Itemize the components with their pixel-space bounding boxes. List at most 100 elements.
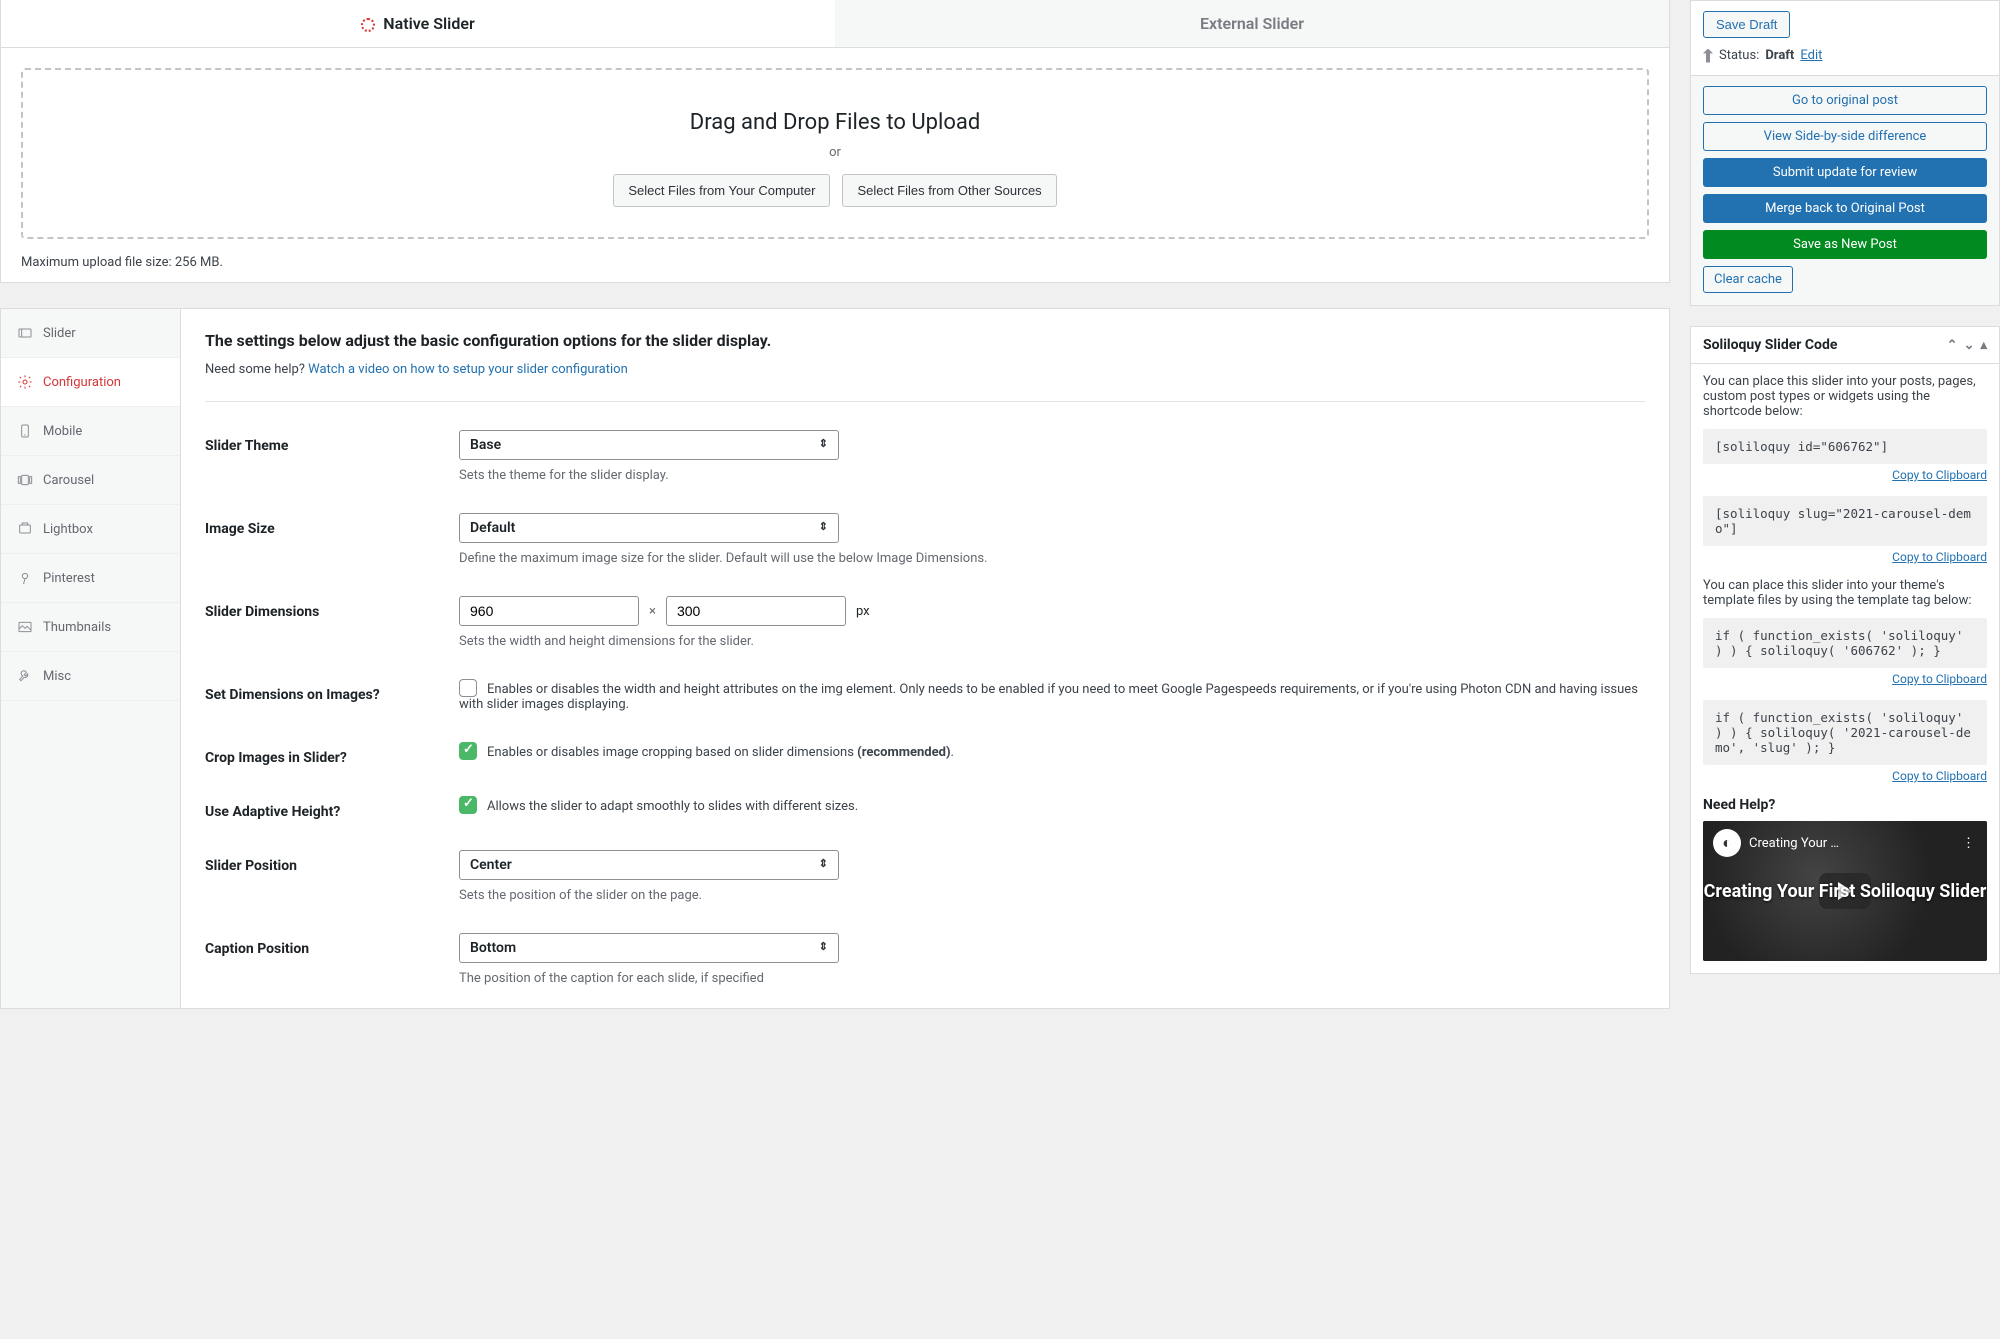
nav-config-label: Configuration — [43, 375, 121, 390]
height-input[interactable] — [666, 596, 846, 626]
video-top-title: Creating Your … — [1749, 836, 1839, 851]
template-tag-id: if ( function_exists( 'soliloquy' ) ) { … — [1703, 618, 1987, 668]
save-draft-button[interactable]: Save Draft — [1703, 11, 1790, 38]
status-row: Status: Draft Edit — [1703, 48, 1987, 63]
status-value: Draft — [1765, 48, 1794, 63]
nav-configuration[interactable]: Configuration — [1, 358, 180, 407]
tab-external-slider[interactable]: External Slider — [835, 0, 1669, 47]
tab-native-slider[interactable]: Native Slider — [1, 0, 835, 47]
dropzone-heading: Drag and Drop Files to Upload — [43, 110, 1627, 135]
nav-slider[interactable]: Slider — [1, 309, 180, 358]
box-down-icon[interactable]: ⌄ — [1964, 338, 1975, 353]
template-desc: You can place this slider into your them… — [1703, 578, 1987, 608]
nav-carousel[interactable]: Carousel — [1, 456, 180, 505]
tab-external-label: External Slider — [1200, 14, 1304, 33]
dimensions-hint: Sets the width and height dimensions for… — [459, 634, 1645, 649]
caption-position-select[interactable]: Bottom — [459, 933, 839, 963]
slider-code-box: Soliloquy Slider Code ⌃ ⌄ ▴ You can plac… — [1690, 326, 2000, 974]
caption-position-label: Caption Position — [205, 933, 435, 957]
nav-misc-label: Misc — [43, 669, 71, 684]
pinterest-icon — [17, 570, 33, 586]
gear-icon — [17, 374, 33, 390]
view-diff-button[interactable]: View Side-by-side difference — [1703, 122, 1987, 151]
nav-thumbnails-label: Thumbnails — [43, 620, 111, 635]
set-dimensions-label: Set Dimensions on Images? — [205, 679, 435, 703]
copy-shortcode-slug[interactable]: Copy to Clipboard — [1892, 550, 1987, 564]
merge-back-button[interactable]: Merge back to Original Post — [1703, 194, 1987, 223]
go-original-button[interactable]: Go to original post — [1703, 86, 1987, 115]
nav-pinterest[interactable]: Pinterest — [1, 554, 180, 603]
crop-images-desc: Enables or disables image cropping based… — [487, 745, 954, 760]
image-size-value: Default — [470, 520, 515, 536]
slider-icon — [17, 325, 33, 341]
nav-lightbox[interactable]: Lightbox — [1, 505, 180, 554]
save-new-post-button[interactable]: Save as New Post — [1703, 230, 1987, 259]
config-heading: The settings below adjust the basic conf… — [205, 331, 1645, 350]
nav-pinterest-label: Pinterest — [43, 571, 95, 586]
nav-carousel-label: Carousel — [43, 473, 94, 488]
help-row: Need some help? Watch a video on how to … — [205, 362, 1645, 377]
caption-position-value: Bottom — [470, 940, 516, 956]
adaptive-height-label: Use Adaptive Height? — [205, 796, 435, 820]
need-help-heading: Need Help? — [1703, 797, 1987, 813]
target-icon — [361, 18, 375, 32]
slider-theme-label: Slider Theme — [205, 430, 435, 454]
slider-dimensions-label: Slider Dimensions — [205, 596, 435, 620]
copy-template-slug[interactable]: Copy to Clipboard — [1892, 769, 1987, 783]
pin-icon — [1703, 49, 1713, 63]
upload-limit-text: Maximum upload file size: 256 MB. — [21, 255, 1649, 270]
image-size-select[interactable]: Default — [459, 513, 839, 543]
help-video[interactable]: Creating Your … ⋮ Creating Your First So… — [1703, 821, 1987, 961]
nav-thumbnails[interactable]: Thumbnails — [1, 603, 180, 652]
upload-area: Drag and Drop Files to Upload or Select … — [0, 48, 1670, 283]
video-menu-icon[interactable]: ⋮ — [1962, 836, 1977, 851]
nav-misc[interactable]: Misc — [1, 652, 180, 701]
copy-template-id[interactable]: Copy to Clipboard — [1892, 672, 1987, 686]
status-label: Status: — [1719, 48, 1759, 63]
shortcode-slug: [soliloquy slug="2021-carousel-demo"] — [1703, 496, 1987, 546]
carousel-icon — [17, 472, 33, 488]
box-toggle-icon[interactable]: ▴ — [1980, 338, 1987, 353]
lightbox-icon — [17, 521, 33, 537]
slider-position-value: Center — [470, 857, 512, 873]
nav-mobile[interactable]: Mobile — [1, 407, 180, 456]
select-files-other-button[interactable]: Select Files from Other Sources — [842, 174, 1056, 207]
select-files-computer-button[interactable]: Select Files from Your Computer — [613, 174, 830, 207]
copy-shortcode-id[interactable]: Copy to Clipboard — [1892, 468, 1987, 482]
video-avatar-icon — [1713, 829, 1741, 857]
dimension-separator: × — [649, 604, 656, 619]
px-label: px — [856, 604, 870, 619]
box-up-icon[interactable]: ⌃ — [1947, 338, 1958, 353]
slider-theme-value: Base — [470, 437, 501, 453]
width-input[interactable] — [459, 596, 639, 626]
clear-cache-button[interactable]: Clear cache — [1703, 266, 1793, 293]
slider-theme-select[interactable]: Base — [459, 430, 839, 460]
slider-position-hint: Sets the position of the slider on the p… — [459, 888, 1645, 903]
template-tag-slug: if ( function_exists( 'soliloquy' ) ) { … — [1703, 700, 1987, 765]
config-body: The settings below adjust the basic conf… — [181, 309, 1669, 1008]
dropzone-or: or — [43, 145, 1627, 160]
help-video-link[interactable]: Watch a video on how to setup your slide… — [308, 362, 628, 377]
crop-images-checkbox[interactable] — [459, 742, 477, 760]
nav-lightbox-label: Lightbox — [43, 522, 93, 537]
slider-position-select[interactable]: Center — [459, 850, 839, 880]
set-dimensions-checkbox[interactable] — [459, 679, 477, 697]
wrench-icon — [17, 668, 33, 684]
help-prefix: Need some help? — [205, 362, 308, 377]
shortcode-id: [soliloquy id="606762"] — [1703, 429, 1987, 464]
set-dimensions-desc: Enables or disables the width and height… — [459, 682, 1638, 712]
config-side-nav: Slider Configuration Mobile Carousel Lig… — [1, 309, 181, 1008]
config-panel: Slider Configuration Mobile Carousel Lig… — [0, 308, 1670, 1009]
nav-mobile-label: Mobile — [43, 424, 82, 439]
dropzone[interactable]: Drag and Drop Files to Upload or Select … — [21, 68, 1649, 239]
slider-code-title: Soliloquy Slider Code — [1703, 337, 1837, 353]
adaptive-height-desc: Allows the slider to adapt smoothly to s… — [487, 799, 858, 814]
thumbnails-icon — [17, 619, 33, 635]
submit-review-button[interactable]: Submit update for review — [1703, 158, 1987, 187]
caption-position-hint: The position of the caption for each sli… — [459, 971, 1645, 986]
shortcode-desc: You can place this slider into your post… — [1703, 374, 1987, 419]
video-title: Creating Your First Soliloquy Slider — [1704, 881, 1987, 902]
mobile-icon — [17, 423, 33, 439]
adaptive-height-checkbox[interactable] — [459, 796, 477, 814]
status-edit-link[interactable]: Edit — [1800, 48, 1822, 63]
